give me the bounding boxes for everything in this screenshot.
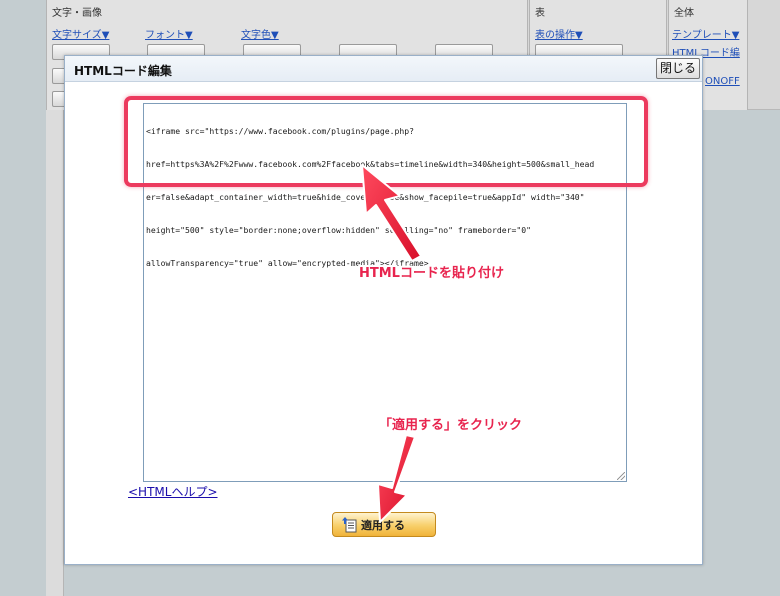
table-ops-menu[interactable]: 表の操作▼	[535, 26, 583, 41]
font-menu[interactable]: フォント▼	[145, 26, 193, 41]
code-line: er=false&adapt_container_width=true&hide…	[146, 192, 585, 202]
toolbar-group-title: 文字・画像	[52, 8, 102, 19]
editor-left-strip	[46, 110, 64, 596]
paste-annotation: HTMLコードを貼り付け	[359, 266, 504, 281]
resize-grip-icon[interactable]	[617, 472, 625, 480]
toolbar-group-title: 全体	[674, 8, 694, 19]
code-line: height="500" style="border:none;overflow…	[146, 225, 531, 235]
apply-doc-icon	[342, 517, 357, 533]
template-menu[interactable]: テンプレート▼	[672, 26, 739, 41]
toolbar-group-title: 表	[535, 8, 545, 19]
font-color-menu[interactable]: 文字色▼	[241, 26, 279, 41]
font-size-menu[interactable]: 文字サイズ▼	[52, 26, 109, 41]
dialog-title: HTMLコード編集	[74, 64, 172, 78]
code-highlight-frame	[124, 96, 648, 187]
apply-button[interactable]: 適用する	[332, 512, 436, 537]
apply-button-label: 適用する	[361, 518, 405, 532]
click-annotation: 「適用する」をクリック	[379, 418, 523, 433]
html-help-link[interactable]: <HTMLヘルプ>	[128, 483, 218, 500]
close-button[interactable]: 閉じる	[656, 58, 700, 79]
onoff-link[interactable]: ONOFF	[705, 76, 740, 87]
dialog-header: HTMLコード編集 閉じる	[65, 56, 702, 82]
